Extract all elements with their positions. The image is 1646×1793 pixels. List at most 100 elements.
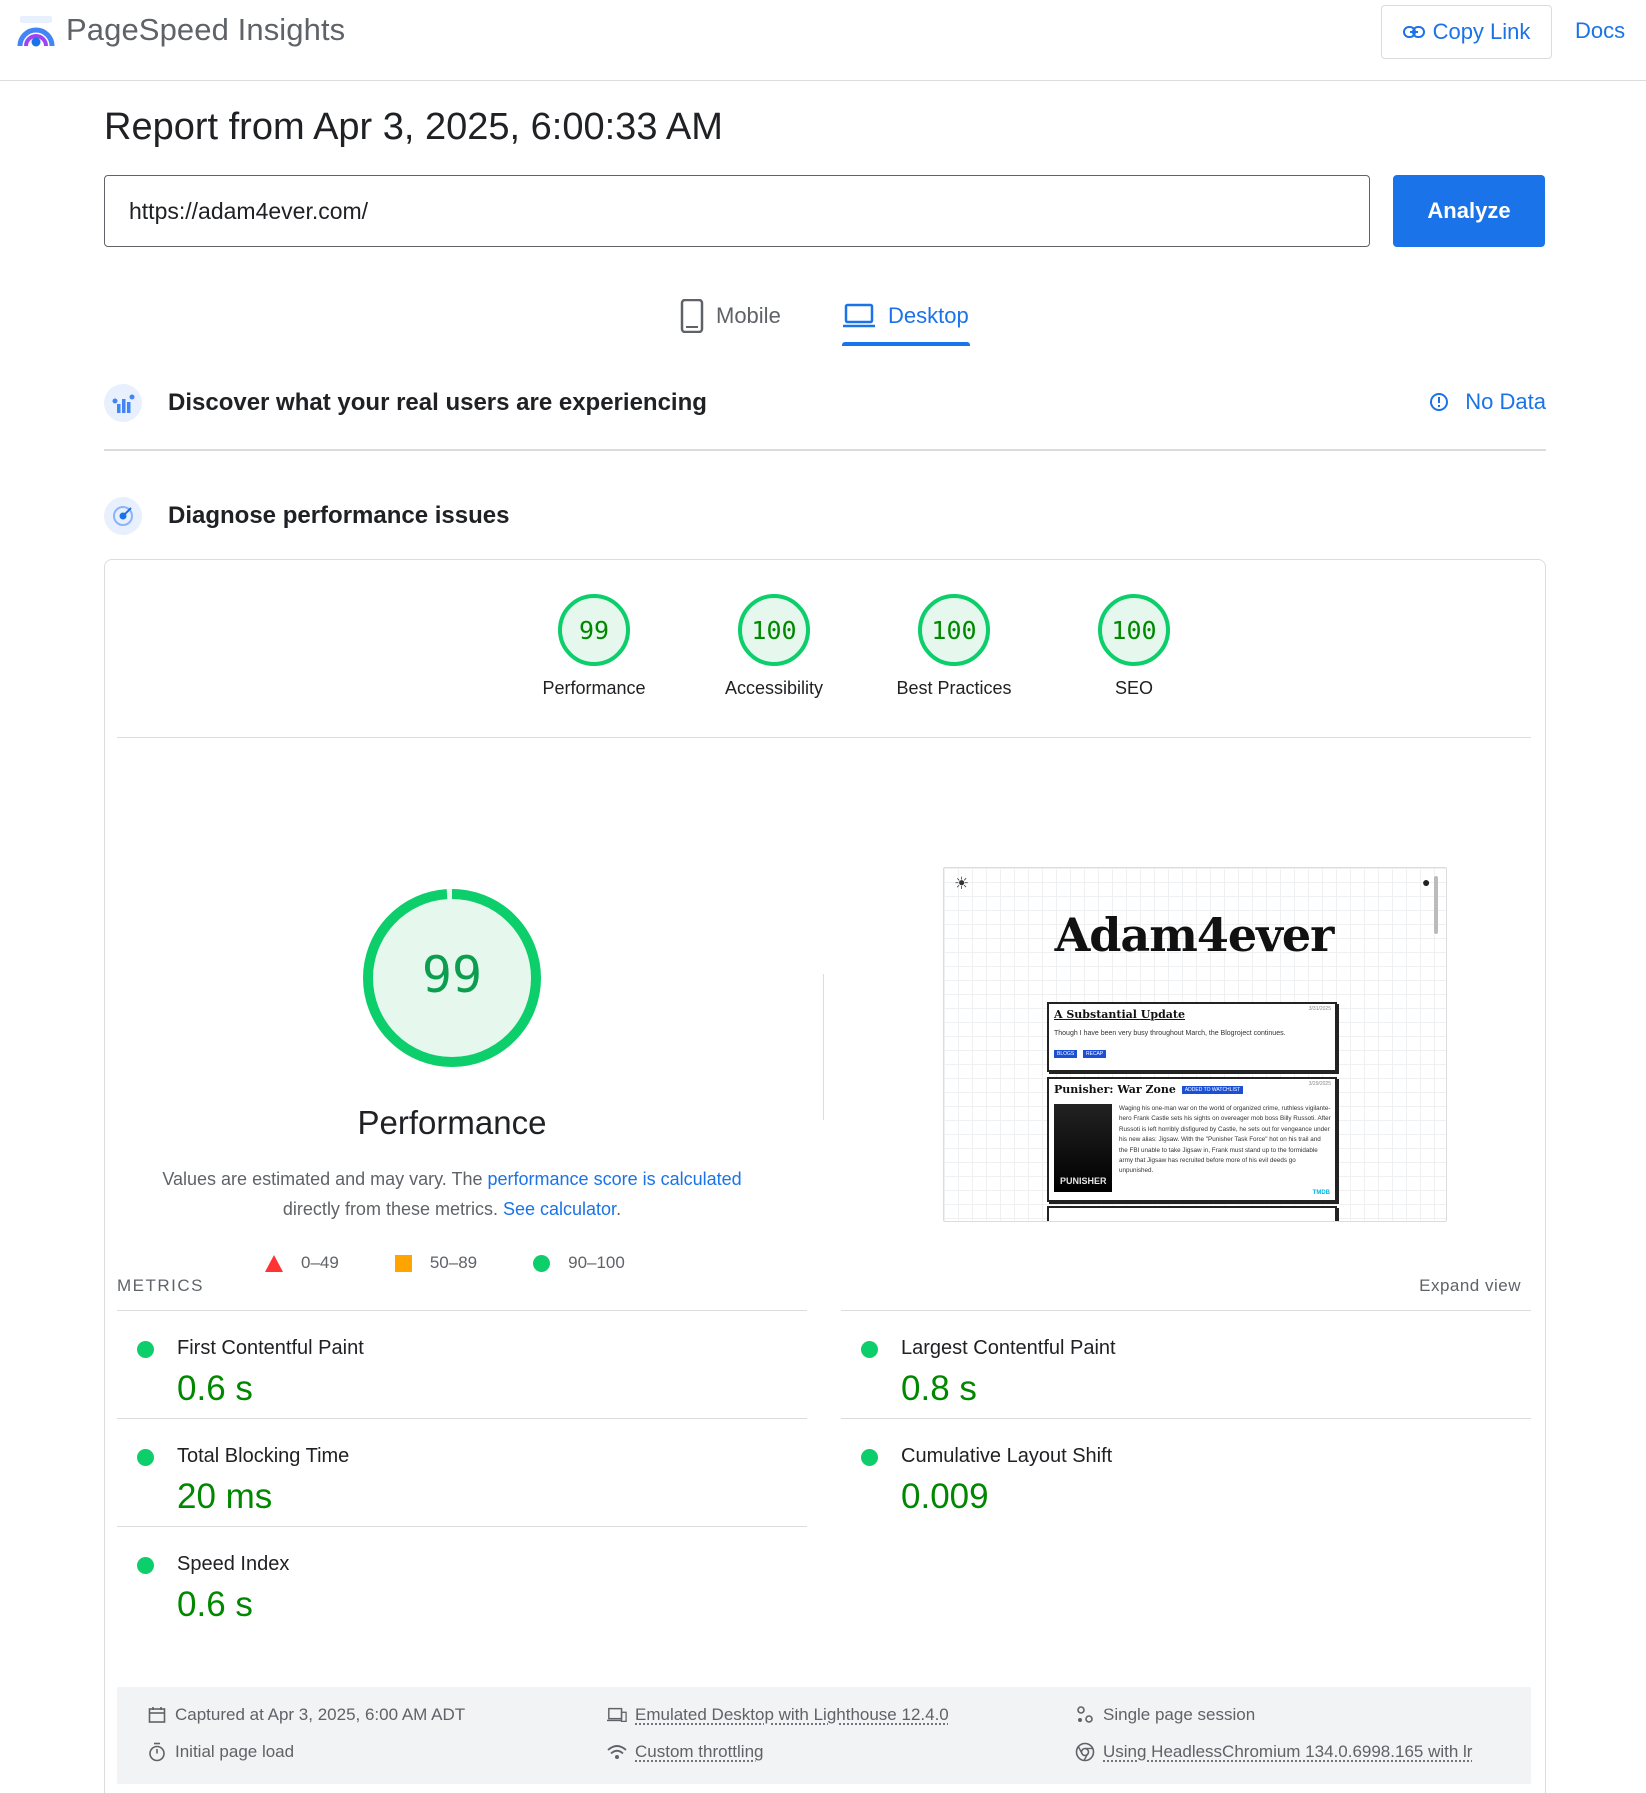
top-bar: PageSpeed Insights Copy Link Docs [0,0,1646,81]
url-input[interactable] [104,175,1370,247]
pass-circle-icon [533,1254,551,1272]
see-calculator-link[interactable]: See calculator [503,1199,616,1219]
legend-average: 50–89 [394,1253,478,1273]
gauge-best-practices[interactable]: 100 Best Practices [864,594,1044,699]
pass-circle-icon [861,1449,878,1466]
metric-value: 0.009 [901,1477,989,1516]
site-title: Adam4ever [1054,908,1335,962]
initial-page-load: Initial page load [147,1742,294,1762]
post-excerpt: Though I have been very busy throughout … [1054,1030,1286,1037]
diagnose-title: Diagnose performance issues [168,502,510,529]
github-icon: ● [1422,874,1431,890]
pagespeed-logo-icon[interactable] [16,14,56,50]
tab-mobile-label: Mobile [716,303,781,328]
gauge-score: 100 [1098,594,1170,666]
post-date: 3/29/2025 [1308,1081,1331,1087]
category-gauges: 99 Performance 100 Accessibility 100 Bes… [105,594,1545,714]
lighthouse-report-card: 99 Performance 100 Accessibility 100 Bes… [104,559,1546,1793]
performance-score: 99 [421,946,483,1004]
captured-at: Captured at Apr 3, 2025, 6:00 AM ADT [147,1705,465,1725]
post-tag: RECAP [1083,1050,1107,1058]
watchlist-badge: ADDED TO WATCHLIST [1181,1086,1244,1094]
fail-triangle-icon [265,1254,283,1272]
pass-circle-icon [861,1341,878,1358]
copy-link-label: Copy Link [1432,19,1531,44]
gauge-label: Performance [542,678,646,698]
metric-fcp: First Contentful Paint 0.6 s [117,1311,807,1419]
tmdb-logo: TMDB [1312,1190,1330,1196]
sun-icon: ☀ [954,874,970,893]
app-title[interactable]: PageSpeed Insights [66,12,345,48]
throttling-text: Custom throttling [635,1742,764,1761]
expand-view-button[interactable]: Expand view [1419,1276,1521,1296]
chrome-icon [1075,1742,1095,1762]
metrics-header: METRICS [117,1276,204,1295]
gauge-label: Best Practices [896,678,1012,698]
analyze-button[interactable]: Analyze [1393,175,1545,247]
pass-circle-icon [137,1449,154,1466]
page-load-text: Initial page load [175,1742,295,1761]
emulated-device[interactable]: Emulated Desktop with Lighthouse 12.4.0 [607,1705,949,1725]
devices-icon [607,1705,627,1725]
laptop-icon [843,303,875,328]
note-middle: directly from these metrics. [282,1199,503,1219]
gauges-divider [117,737,1531,738]
legend-fail: 0–49 [265,1253,339,1273]
single-page-session: Single page session [1075,1705,1255,1725]
browser-text: Using HeadlessChromium 134.0.6998.165 wi… [1103,1742,1473,1761]
metric-cls: Cumulative Layout Shift 0.009 [841,1419,1531,1527]
gauge-label: Accessibility [724,678,824,698]
wifi-icon [607,1742,627,1762]
average-square-icon [394,1254,412,1272]
final-screenshot[interactable]: ☀ ● Adam4ever A Substantial Update 3/31/… [943,867,1447,1222]
post-title: Punisher: War Zone [1054,1083,1176,1096]
metric-value: 0.8 s [901,1369,977,1408]
tab-desktop-label: Desktop [888,303,969,328]
throttling[interactable]: Custom throttling [607,1742,764,1762]
legend-range: 0–49 [301,1253,339,1272]
post-card: Punisher: War Zone ADDED TO WATCHLIST 3/2… [1047,1077,1337,1202]
poster-text: PUNISHER [1060,1176,1107,1186]
metric-label: Largest Contentful Paint [901,1337,1116,1359]
post-card: A Substantial Update 3/31/2025 Though I … [1047,1002,1337,1072]
metric-label: Total Blocking Time [177,1445,350,1467]
metric-label: Cumulative Layout Shift [901,1445,1113,1467]
tab-mobile[interactable]: Mobile [680,292,781,340]
browser-version[interactable]: Using HeadlessChromium 134.0.6998.165 wi… [1075,1742,1472,1762]
performance-note: Values are estimated and may vary. The p… [152,1164,752,1224]
docs-link[interactable]: Docs [1575,18,1625,44]
legend-range: 90–100 [568,1253,625,1272]
report-title: Report from Apr 3, 2025, 6:00:33 AM [104,106,723,148]
no-data-link[interactable]: No Data [1429,389,1546,415]
gauge-seo[interactable]: 100 SEO [1044,594,1224,699]
score-legend: 0–49 50–89 90–100 [265,1253,681,1273]
post-title: A Substantial Update [1054,1008,1185,1021]
score-calculated-link[interactable]: performance score is calculated [488,1169,742,1189]
metric-speed-index: Speed Index 0.6 s [117,1527,807,1635]
field-data-title: Discover what your real users are experi… [168,389,707,416]
note-prefix: Values are estimated and may vary. The [162,1169,488,1189]
note-suffix: . [616,1199,622,1219]
post-date: 3/31/2025 [1308,1006,1331,1012]
copy-link-button[interactable]: Copy Link [1381,5,1552,59]
users-chart-icon [104,384,142,422]
metric-value: 0.6 s [177,1369,253,1408]
legend-range: 50–89 [429,1253,478,1272]
gauge-performance[interactable]: 99 Performance [504,594,684,699]
performance-title: Performance [357,1104,547,1141]
link-icon [1402,26,1425,38]
timer-icon [147,1742,167,1762]
vertical-divider [823,974,824,1120]
post-title-row: Punisher: War Zone ADDED TO WATCHLIST [1054,1083,1244,1096]
metric-label: First Contentful Paint [177,1337,364,1359]
metric-tbt: Total Blocking Time 20 ms [117,1419,807,1527]
gauge-label: SEO [1114,678,1153,698]
tab-desktop[interactable]: Desktop [842,292,969,340]
gauge-accessibility[interactable]: 100 Accessibility [684,594,864,699]
metric-lcp: Largest Contentful Paint 0.8 s [841,1311,1531,1419]
post-body: Waging his one-man war on the world of o… [1119,1105,1331,1175]
calendar-icon [147,1705,167,1725]
metric-value: 20 ms [177,1477,273,1516]
people-icon [1075,1705,1095,1725]
info-icon [1430,393,1449,411]
